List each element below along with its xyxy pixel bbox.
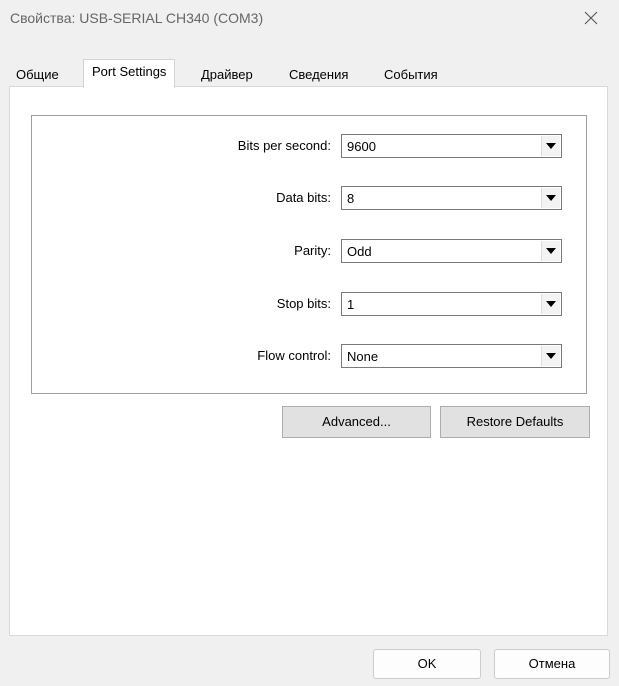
tab-driver[interactable]: Драйвер	[201, 65, 253, 85]
chevron-down-icon[interactable]	[541, 136, 560, 156]
cancel-button[interactable]: Отмена	[494, 649, 610, 679]
bits-per-second-value: 9600	[347, 139, 376, 154]
cancel-button-label: Отмена	[528, 656, 576, 671]
ok-button-label: OK	[417, 656, 437, 671]
advanced-button-label: Advanced...	[322, 414, 391, 429]
parity-value: Odd	[347, 244, 372, 259]
bits-per-second-select[interactable]: 9600	[341, 134, 562, 158]
window-title: Свойства: USB-SERIAL CH340 (COM3)	[10, 10, 264, 26]
restore-defaults-button-label: Restore Defaults	[466, 414, 564, 429]
parity-label: Parity:	[294, 243, 331, 258]
stop-bits-label: Stop bits:	[276, 296, 331, 311]
bits-per-second-label: Bits per second:	[237, 138, 331, 153]
flow-control-value: None	[347, 349, 379, 364]
data-bits-select[interactable]: 8	[341, 186, 562, 210]
flow-control-label: Flow control:	[257, 348, 331, 363]
close-icon[interactable]	[583, 10, 599, 26]
stop-bits-select[interactable]: 1	[341, 292, 562, 316]
tab-events[interactable]: События	[384, 65, 438, 85]
tab-general[interactable]: Общие	[16, 65, 59, 85]
chevron-down-icon[interactable]	[541, 188, 560, 208]
chevron-down-icon[interactable]	[541, 294, 560, 314]
ok-button[interactable]: OK	[373, 649, 481, 679]
stop-bits-value: 1	[347, 297, 355, 312]
tab-details[interactable]: Сведения	[289, 65, 348, 85]
restore-defaults-button[interactable]: Restore Defaults	[440, 406, 590, 438]
data-bits-label: Data bits:	[276, 190, 331, 205]
advanced-button[interactable]: Advanced...	[282, 406, 431, 438]
parity-select[interactable]: Odd	[341, 239, 562, 263]
tab-port-settings[interactable]: Port Settings	[83, 59, 176, 88]
data-bits-value: 8	[347, 191, 355, 206]
chevron-down-icon[interactable]	[541, 241, 560, 261]
chevron-down-icon[interactable]	[541, 346, 560, 366]
flow-control-select[interactable]: None	[341, 344, 562, 368]
